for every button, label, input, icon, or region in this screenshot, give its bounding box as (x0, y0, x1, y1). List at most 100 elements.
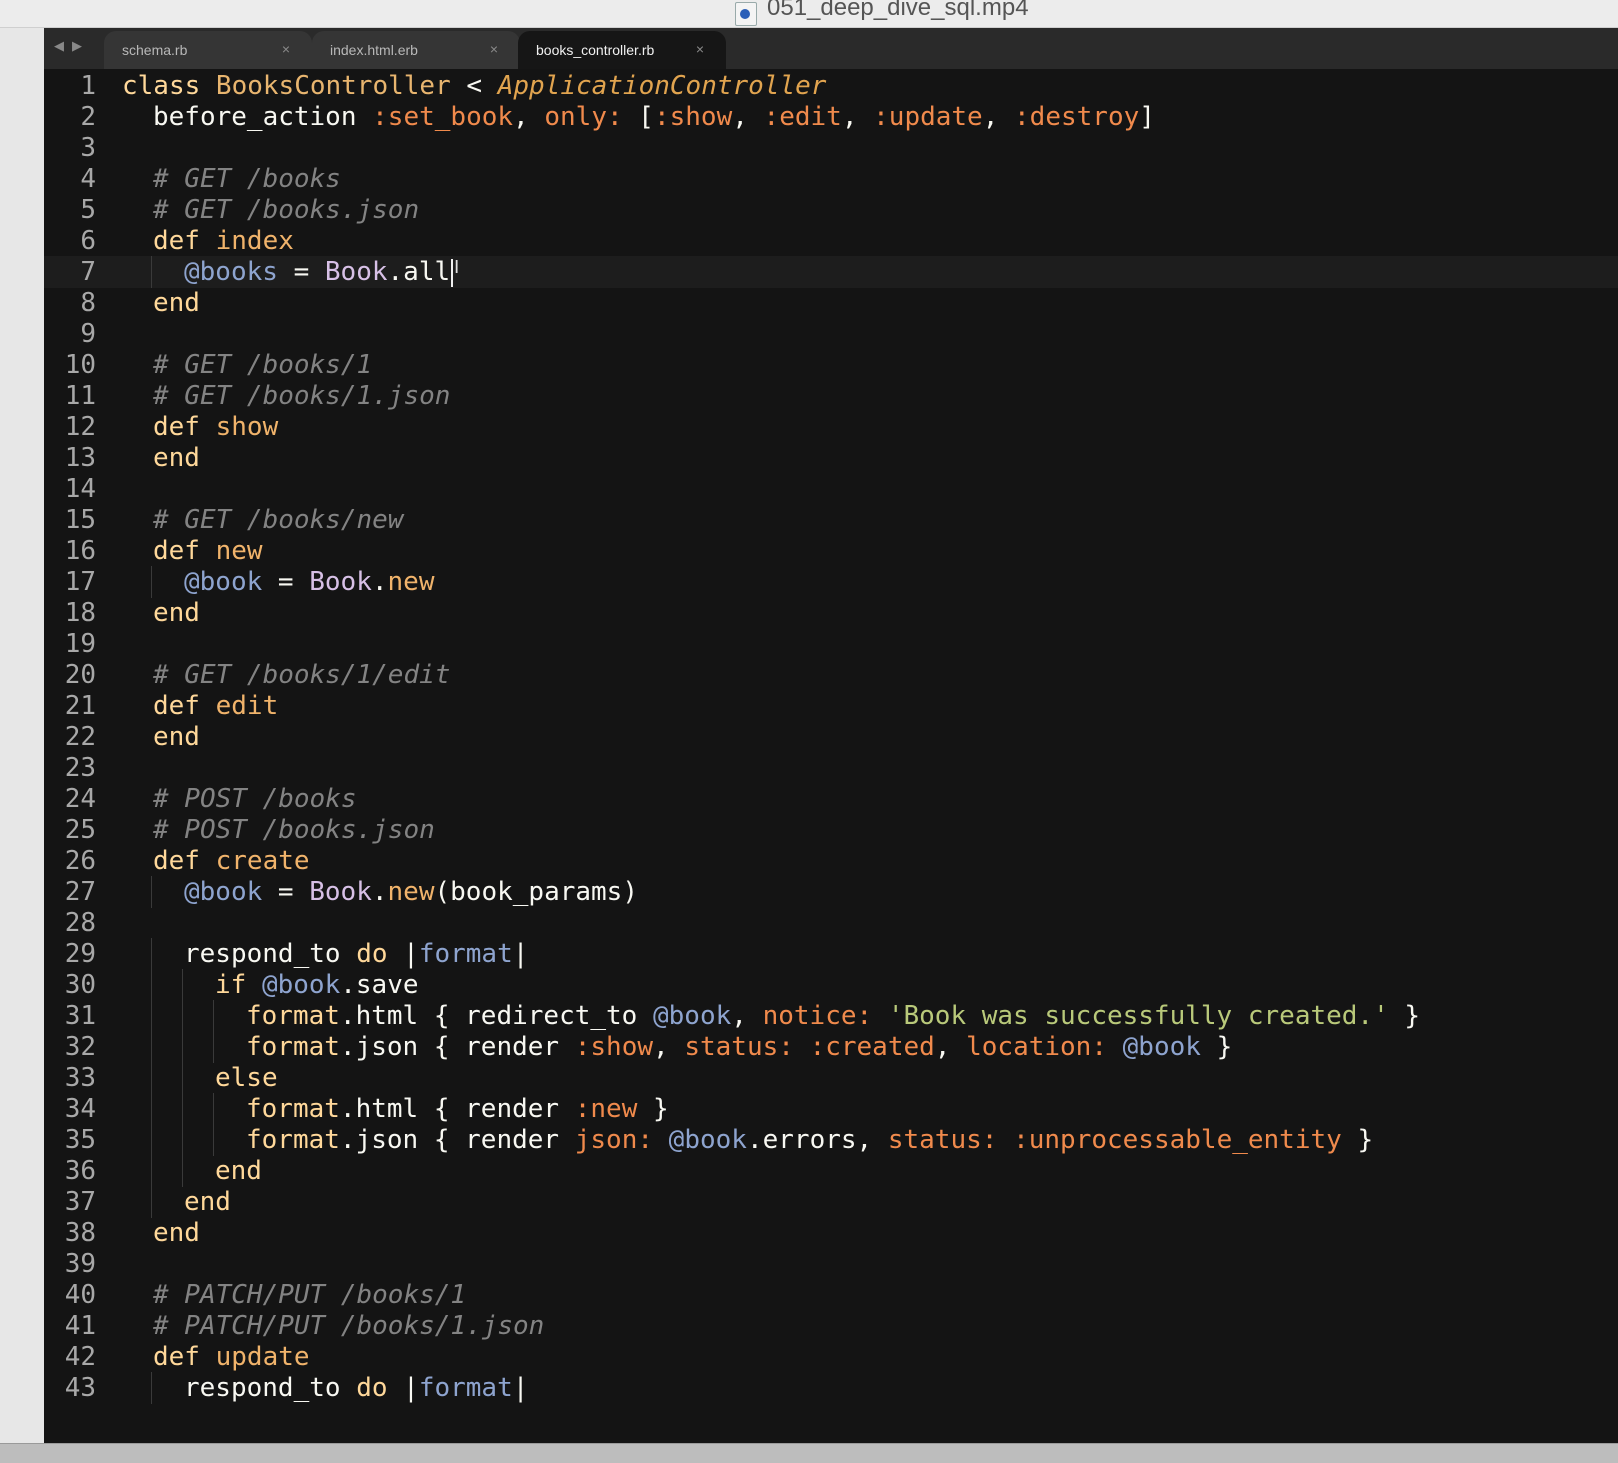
close-icon[interactable]: × (490, 41, 498, 57)
code-text: else (215, 1062, 278, 1094)
tab-bar: ◀ ▶ schema.rb × index.html.erb × books_c… (44, 28, 1618, 69)
code-line[interactable]: 28 (44, 907, 1618, 939)
code-line[interactable]: 9 (44, 318, 1618, 350)
code-line[interactable]: 38 end (44, 1217, 1618, 1249)
code-line[interactable]: 31 format.html { redirect_to @book, notic… (44, 1000, 1618, 1032)
code-text: def index (153, 225, 294, 257)
code-line[interactable]: 40 # PATCH/PUT /books/1 (44, 1279, 1618, 1311)
indent-guide (182, 969, 183, 1001)
line-number: 23 (64, 753, 96, 783)
code-line[interactable]: 1 class BooksController < ApplicationCont… (44, 70, 1618, 102)
code-line[interactable]: 24 # POST /books (44, 783, 1618, 815)
indent-guide (213, 1124, 214, 1156)
code-line[interactable]: 8 end (44, 287, 1618, 319)
code-token: end (153, 288, 200, 318)
indent-guide (182, 1062, 183, 1094)
code-line[interactable]: 4 # GET /books (44, 163, 1618, 195)
back-arrow-icon[interactable]: ◀ (54, 38, 64, 54)
code-token: } (1200, 1032, 1233, 1062)
code-line[interactable]: 42 def update (44, 1341, 1618, 1373)
code-line[interactable]: 21 def edit (44, 690, 1618, 722)
code-text: respond_to do |format| (184, 1372, 528, 1404)
code-token: format (418, 1373, 513, 1403)
code-line[interactable]: 23 (44, 752, 1618, 784)
code-text: # GET /books (153, 163, 341, 195)
code-token: @book (1122, 1032, 1201, 1062)
indent-guide (151, 1031, 152, 1063)
code-line[interactable]: 26 def create (44, 845, 1618, 877)
code-line[interactable]: 2 before_action :set_book, only: [:show, … (44, 101, 1618, 133)
code-token: , (841, 102, 874, 132)
indent-guide (182, 1124, 183, 1156)
code-line[interactable]: 3 (44, 132, 1618, 164)
code-line[interactable]: 29 respond_to do |format| (44, 938, 1618, 970)
code-line[interactable]: 11 # GET /books/1.json (44, 380, 1618, 412)
code-text: end (153, 721, 200, 753)
line-number: 39 (64, 1249, 96, 1279)
code-token: end (153, 1218, 200, 1248)
code-line[interactable]: 43 respond_to do |format| (44, 1372, 1618, 1404)
code-line[interactable]: 6 def index (44, 225, 1618, 257)
line-number: 41 (64, 1311, 96, 1341)
code-line[interactable]: 33 else (44, 1062, 1618, 1094)
code-token: .save (340, 970, 419, 1000)
code-token: status: (887, 1125, 998, 1155)
code-token: # GET /books/1 (153, 350, 373, 380)
code-line[interactable]: 19 (44, 628, 1618, 660)
code-token: , (653, 1032, 685, 1062)
code-line[interactable]: 17 @book = Book.new (44, 566, 1618, 598)
tab-schema-rb[interactable]: schema.rb × (104, 31, 312, 69)
code-line[interactable]: 30 if @book.save (44, 969, 1618, 1001)
close-icon[interactable]: × (282, 41, 290, 57)
tab-nav-arrows: ◀ ▶ (54, 38, 82, 54)
code-line[interactable]: 36 end (44, 1155, 1618, 1187)
code-token: class (122, 71, 216, 101)
code-line[interactable]: 39 (44, 1248, 1618, 1280)
code-line[interactable]: 22 end (44, 721, 1618, 753)
code-editor[interactable]: 1 class BooksController < ApplicationCont… (44, 69, 1618, 1443)
line-number: 2 (80, 102, 96, 132)
code-line[interactable]: 12 def show (44, 411, 1618, 443)
code-line[interactable]: 5 # GET /books.json (44, 194, 1618, 226)
code-line[interactable]: 25 # POST /books.json (44, 814, 1618, 846)
line-number: 1 (80, 71, 96, 101)
code-line[interactable]: 32 format.json { render :show, status: :c… (44, 1031, 1618, 1063)
code-line[interactable]: 34 format.html { render :new } (44, 1093, 1618, 1125)
code-text: # POST /books.json (153, 814, 435, 846)
code-text: format.html { redirect_to @book, notice:… (246, 1000, 1420, 1032)
code-token: @book (184, 567, 263, 597)
code-token: format (418, 939, 513, 969)
code-line[interactable]: 18 end (44, 597, 1618, 629)
code-line[interactable]: 41 # PATCH/PUT /books/1.json (44, 1310, 1618, 1342)
line-number: 7 (80, 257, 96, 287)
line-number: 10 (64, 350, 96, 380)
forward-arrow-icon[interactable]: ▶ (72, 38, 82, 54)
code-line[interactable]: 16 def new (44, 535, 1618, 567)
code-line[interactable]: 37 end (44, 1186, 1618, 1218)
code-token: .all (387, 257, 451, 287)
code-line[interactable]: 27 @book = Book.new(book_params) (44, 876, 1618, 908)
code-line[interactable]: 7 @books = Book.all (44, 256, 1618, 288)
code-token: respond_to (184, 939, 357, 969)
code-text: before_action :set_book, only: [:show, :… (153, 101, 1155, 133)
line-number: 18 (64, 598, 96, 628)
line-number: 3 (80, 133, 96, 163)
code-line[interactable]: 14 (44, 473, 1618, 505)
code-line[interactable]: 35 format.json { render json: @book.error… (44, 1124, 1618, 1156)
indent-guide (151, 1155, 152, 1187)
tab-books-controller-rb[interactable]: books_controller.rb × (518, 31, 726, 69)
code-token: json: (574, 1125, 654, 1155)
close-icon[interactable]: × (696, 41, 704, 57)
tab-index-html-erb[interactable]: index.html.erb × (312, 31, 520, 69)
code-token: ] (1139, 102, 1155, 132)
line-number: 13 (64, 443, 96, 473)
code-line[interactable]: 20 # GET /books/1/edit (44, 659, 1618, 691)
code-line[interactable]: 13 end (44, 442, 1618, 474)
code-token: show (215, 412, 279, 442)
code-line[interactable]: 10 # GET /books/1 (44, 349, 1618, 381)
code-token: new (387, 877, 435, 907)
indent-guide (213, 1093, 214, 1125)
code-line[interactable]: 15 # GET /books/new (44, 504, 1618, 536)
tab-label: books_controller.rb (536, 42, 655, 58)
line-number: 38 (64, 1218, 96, 1248)
